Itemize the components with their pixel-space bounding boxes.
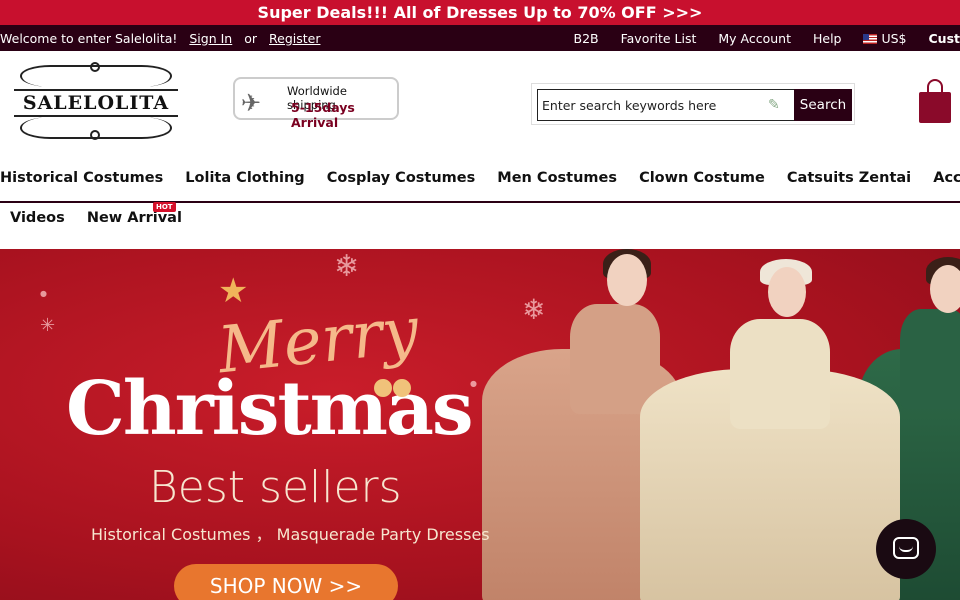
shipping-line2: 5-15days Arrival (291, 100, 355, 130)
nav-historical-costumes[interactable]: Historical Costumes (0, 170, 163, 186)
model-head (768, 267, 806, 317)
bag-body (919, 92, 951, 123)
airplane-icon: ✈ (241, 89, 262, 117)
logo-flourish-icon (90, 130, 100, 140)
hero-banner[interactable]: ★ ❄ ✳ ❄ ● ● Merry Christmas Best sellers… (0, 249, 960, 600)
secondary-nav: Videos New Arrival (10, 210, 199, 226)
or-text: or (244, 31, 258, 46)
nav-new-arrival[interactable]: New Arrival (87, 210, 182, 226)
logo-flourish-icon (90, 62, 100, 72)
welcome-area: Welcome to enter Salelolita! Sign In or … (0, 31, 320, 46)
register-link[interactable]: Register (269, 31, 320, 46)
shopping-bag-icon[interactable] (918, 78, 952, 124)
dress-bodice (570, 304, 660, 414)
help-link[interactable]: Help (813, 31, 842, 46)
main-nav: Historical Costumes Lolita Clothing Cosp… (0, 170, 960, 186)
nav-lolita-clothing[interactable]: Lolita Clothing (185, 170, 304, 186)
model-head (607, 254, 647, 306)
site-logo[interactable]: SALELOLITA (2, 62, 190, 142)
customer-service-link[interactable]: Cust (929, 31, 960, 46)
favorite-list-link[interactable]: Favorite List (621, 31, 697, 46)
nav-cosplay-costumes[interactable]: Cosplay Costumes (327, 170, 475, 186)
snowflake-icon: ❄ (334, 249, 360, 284)
nav-catsuits-zentai[interactable]: Catsuits Zentai (787, 170, 911, 186)
snowflake-icon: ✳ (40, 315, 56, 336)
sign-in-link[interactable]: Sign In (189, 31, 232, 46)
nav-accessories[interactable]: Accessor (933, 170, 960, 186)
currency-label: US$ (881, 31, 907, 46)
search-bar: ✎ Search (531, 83, 855, 125)
nav-videos[interactable]: Videos (10, 210, 65, 226)
sparkle-icon: ● (40, 289, 47, 298)
snowflake-icon: ❄ (522, 293, 546, 326)
banner-best-sellers: Best sellers (149, 462, 402, 513)
nav-men-costumes[interactable]: Men Costumes (497, 170, 617, 186)
shipping-badge: ✈ Worldwide shipping 5-15days Arrival (233, 77, 399, 130)
us-flag-icon (863, 34, 878, 44)
search-button[interactable]: Search (794, 89, 852, 121)
ornament-icon (374, 379, 412, 401)
search-input[interactable] (537, 89, 794, 121)
dress-bodice (900, 309, 960, 409)
star-icon: ★ (218, 271, 249, 311)
logo-text: SALELOLITA (14, 89, 178, 117)
nav-divider (0, 201, 960, 203)
welcome-text: Welcome to enter Salelolita! (0, 31, 178, 46)
model-head (930, 265, 960, 313)
chat-button[interactable] (876, 519, 936, 579)
dress-bodice (730, 319, 830, 429)
b2b-link[interactable]: B2B (574, 31, 599, 46)
top-links: B2B Favorite List My Account Help US$ Cu… (556, 31, 960, 46)
promo-banner[interactable]: Super Deals!!! All of Dresses Up to 70% … (0, 0, 960, 25)
pencil-icon: ✎ (768, 97, 780, 113)
my-account-link[interactable]: My Account (718, 31, 791, 46)
currency-selector[interactable]: US$ (863, 31, 907, 46)
shop-now-button[interactable]: SHOP NOW >> (174, 564, 398, 600)
banner-subtitle: Historical Costumes ， Masquerade Party D… (91, 525, 490, 544)
hot-badge: HOT (153, 202, 176, 212)
top-utility-bar: Welcome to enter Salelolita! Sign In or … (0, 25, 960, 51)
nav-clown-costume[interactable]: Clown Costume (639, 170, 765, 186)
